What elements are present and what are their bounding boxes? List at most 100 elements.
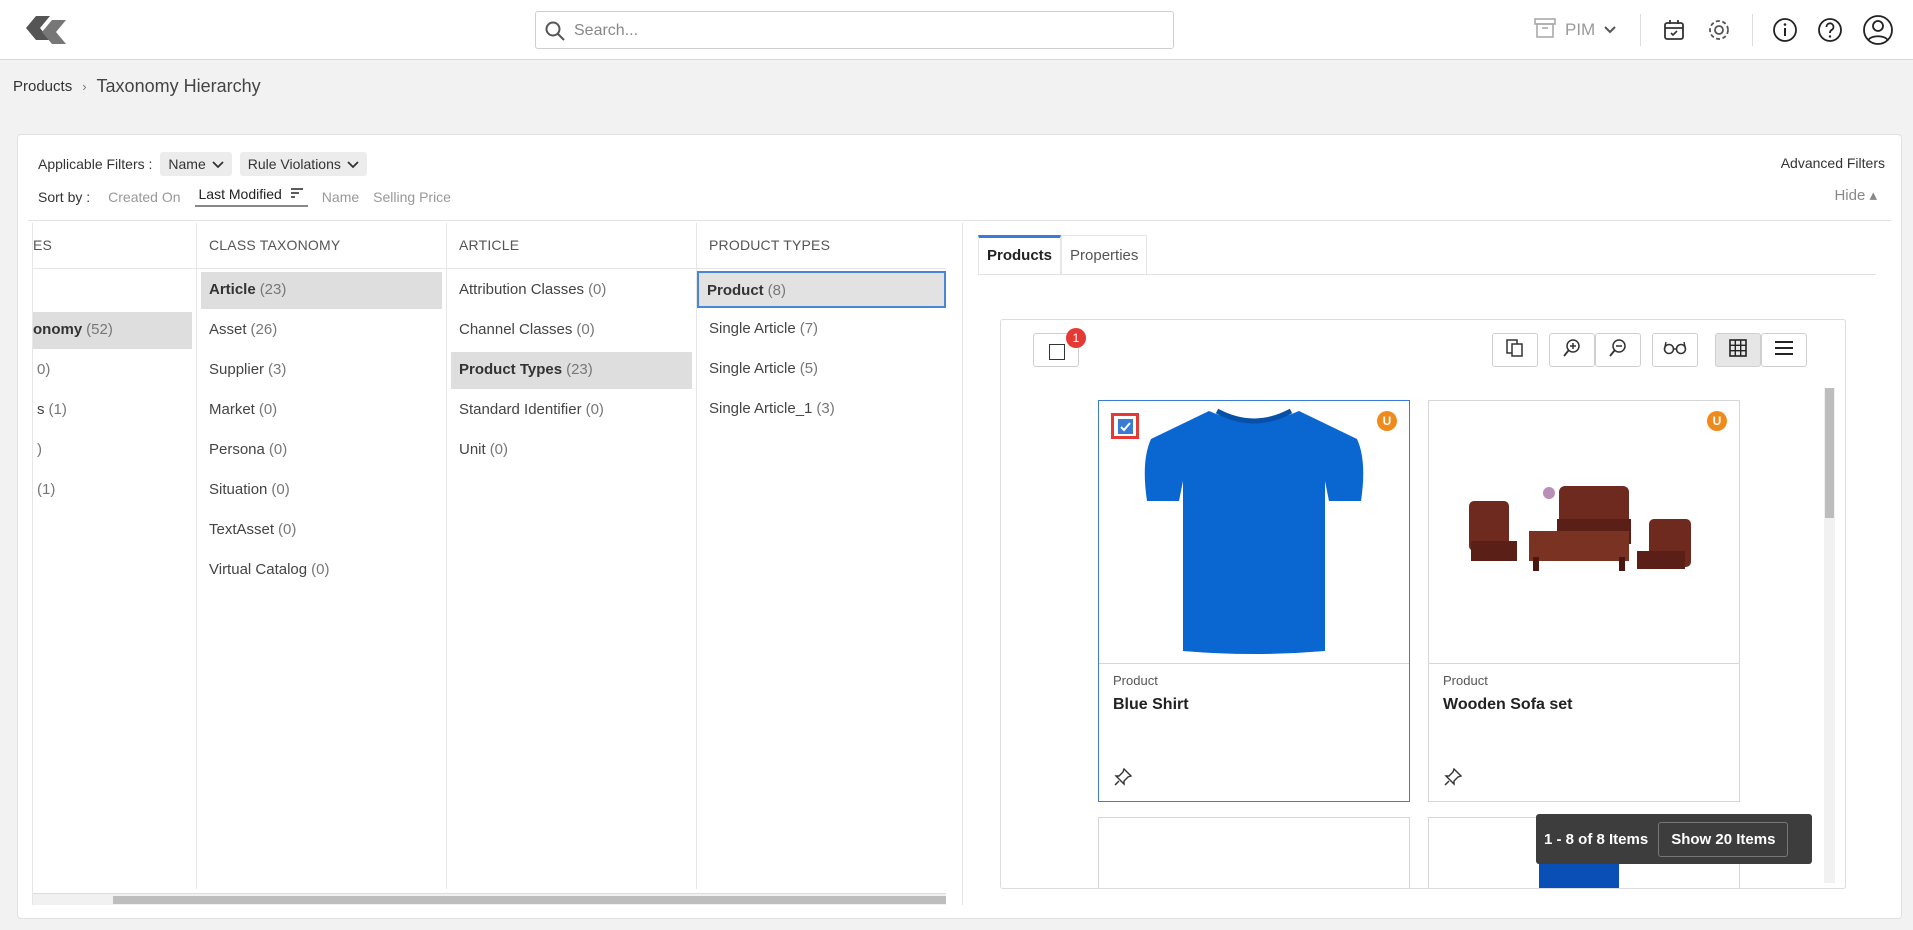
sort-option-label: Last Modified bbox=[198, 186, 282, 202]
zoom-out-button[interactable] bbox=[1595, 333, 1641, 367]
breadcrumb-products-link[interactable]: Products bbox=[13, 78, 72, 95]
item-count: (0) bbox=[585, 401, 604, 418]
item-name: Single Article bbox=[709, 320, 796, 337]
list-item[interactable]: Product (8) bbox=[697, 271, 946, 308]
gear-icon[interactable] bbox=[1703, 14, 1735, 46]
app-switcher-label: PIM bbox=[1565, 20, 1596, 39]
item-name: Supplier bbox=[209, 361, 265, 378]
scrollbar-thumb[interactable] bbox=[113, 896, 946, 904]
item-count: (8) bbox=[767, 282, 787, 299]
item-count: (5) bbox=[799, 360, 819, 377]
filter-chip-rule-violations[interactable]: Rule Violations bbox=[239, 152, 367, 176]
item-count: (0) bbox=[278, 521, 297, 538]
filter-chip-name[interactable]: Name bbox=[160, 152, 232, 176]
item-count: (7) bbox=[799, 320, 819, 337]
list-item[interactable]: Persona (0) bbox=[201, 432, 442, 469]
pin-icon[interactable] bbox=[1443, 767, 1463, 787]
show-items-button[interactable]: Show 20 Items bbox=[1658, 821, 1789, 857]
app-logo-icon[interactable] bbox=[22, 10, 70, 50]
item-name: Virtual Catalog bbox=[209, 561, 308, 578]
zoom-in-button[interactable] bbox=[1549, 333, 1595, 367]
tab-products[interactable]: Products bbox=[978, 235, 1062, 275]
item-name: s bbox=[37, 401, 45, 418]
grid-view-button[interactable] bbox=[1715, 333, 1761, 367]
list-item[interactable]: Single Article (5) bbox=[701, 351, 942, 388]
product-type: Product bbox=[1113, 673, 1158, 688]
list-item[interactable]: ) bbox=[37, 432, 192, 469]
product-card[interactable] bbox=[1098, 817, 1410, 888]
chevron-down-icon bbox=[212, 156, 224, 172]
vertical-scrollbar[interactable] bbox=[1824, 388, 1835, 883]
item-name: Product bbox=[707, 282, 764, 299]
product-name: Blue Shirt bbox=[1113, 696, 1189, 713]
pin-icon[interactable] bbox=[1113, 767, 1133, 787]
tab-properties[interactable]: Properties bbox=[1061, 235, 1148, 275]
advanced-filters-link[interactable]: Advanced Filters bbox=[1781, 155, 1885, 171]
list-item[interactable]: TextAsset (0) bbox=[201, 512, 442, 549]
sort-option-selling-price[interactable]: Selling Price bbox=[373, 189, 451, 205]
pane-tabs: Products Properties bbox=[978, 235, 1148, 275]
list-view-button[interactable] bbox=[1761, 333, 1807, 367]
app-switcher[interactable]: PIM bbox=[1533, 14, 1617, 46]
checkbox-icon bbox=[1049, 344, 1065, 360]
products-pane: Products Properties 1 U Product Blue Shi… bbox=[962, 223, 1889, 905]
column-header: ES bbox=[33, 223, 196, 269]
divider bbox=[978, 274, 1876, 275]
list-item[interactable]: Single Article_1 (3) bbox=[701, 391, 942, 428]
list-item[interactable]: Market (0) bbox=[201, 392, 442, 429]
chevron-down-icon bbox=[347, 156, 359, 172]
list-item[interactable]: Standard Identifier (0) bbox=[451, 392, 692, 429]
sort-option-last-modified[interactable]: Last Modified bbox=[194, 186, 308, 207]
glasses-icon bbox=[1663, 340, 1687, 361]
list-item[interactable]: Virtual Catalog (0) bbox=[201, 552, 442, 589]
item-name: Single Article bbox=[709, 360, 796, 377]
list-item[interactable]: onomy (52) bbox=[33, 312, 192, 349]
toolbar-divider bbox=[1640, 14, 1641, 46]
selected-count-badge: 1 bbox=[1066, 328, 1086, 348]
list-item[interactable]: (1) bbox=[37, 472, 192, 509]
list-item[interactable]: Supplier (3) bbox=[201, 352, 442, 389]
sort-option-name[interactable]: Name bbox=[322, 189, 359, 205]
preview-button[interactable] bbox=[1652, 333, 1698, 367]
search-icon bbox=[544, 20, 566, 42]
list-item[interactable]: Article (23) bbox=[201, 272, 442, 309]
filter-chip-label: Rule Violations bbox=[247, 156, 341, 172]
list-item[interactable]: Unit (0) bbox=[451, 432, 692, 469]
calendar-icon[interactable] bbox=[1658, 14, 1690, 46]
help-icon[interactable] bbox=[1814, 14, 1846, 46]
list-icon bbox=[1774, 340, 1794, 361]
list-item[interactable]: 0) bbox=[37, 352, 192, 389]
item-count: (0) bbox=[271, 481, 290, 498]
item-count: (0) bbox=[576, 321, 595, 338]
archive-icon bbox=[1533, 17, 1557, 44]
list-item[interactable]: Product Types (23) bbox=[451, 352, 692, 389]
hierarchy-columns: ES onomy (52) 0) s (1) ) (1) CLASS TAXONOM… bbox=[32, 223, 946, 905]
item-count: (0) bbox=[311, 561, 330, 578]
user-avatar-icon[interactable] bbox=[1862, 14, 1894, 46]
search-input[interactable]: Search... bbox=[535, 11, 1174, 49]
info-icon[interactable] bbox=[1769, 14, 1801, 46]
pagination-bar: 1 - 8 of 8 Items Show 20 Items bbox=[1536, 814, 1812, 864]
zoom-out-icon bbox=[1608, 338, 1628, 363]
list-item[interactable] bbox=[37, 272, 192, 309]
list-item[interactable]: s (1) bbox=[37, 392, 192, 429]
horizontal-scrollbar[interactable] bbox=[33, 893, 946, 905]
filters-label: Applicable Filters : bbox=[38, 156, 153, 172]
chevron-right-icon: › bbox=[82, 79, 87, 94]
duplicate-button[interactable] bbox=[1492, 333, 1538, 367]
status-badge: U bbox=[1377, 411, 1397, 431]
hierarchy-column-article: ARTICLE Attribution Classes (0) Channel C… bbox=[447, 223, 697, 889]
product-card[interactable]: U Product Wooden Sofa set bbox=[1428, 400, 1740, 802]
scrollbar-thumb[interactable] bbox=[1825, 388, 1834, 518]
item-name: TextAsset bbox=[209, 521, 275, 538]
list-item[interactable]: Single Article (7) bbox=[701, 311, 942, 348]
list-item[interactable]: Attribution Classes (0) bbox=[451, 272, 692, 309]
list-item[interactable]: Situation (0) bbox=[201, 472, 442, 509]
product-select-checkbox[interactable] bbox=[1111, 413, 1139, 439]
list-item[interactable]: Channel Classes (0) bbox=[451, 312, 692, 349]
list-item[interactable]: Asset (26) bbox=[201, 312, 442, 349]
hide-filters-toggle[interactable]: Hide ▴ bbox=[1834, 186, 1877, 204]
column-header: PRODUCT TYPES bbox=[697, 223, 946, 269]
product-card[interactable]: U Product Blue Shirt bbox=[1098, 400, 1410, 802]
sort-option-created-on[interactable]: Created On bbox=[108, 189, 180, 205]
